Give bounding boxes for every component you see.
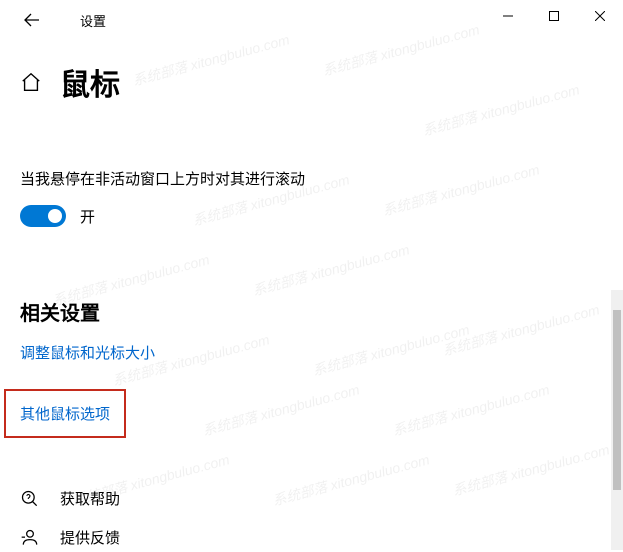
content-area: 当我悬停在非活动窗口上方时对其进行滚动 开 相关设置 调整鼠标和光标大小 其他鼠… (0, 128, 623, 548)
close-icon (595, 11, 605, 21)
feedback-link[interactable]: 提供反馈 (60, 527, 120, 548)
toggle-row: 开 (20, 205, 603, 227)
page-header: 鼠标 (0, 40, 623, 128)
feedback-icon (20, 528, 40, 548)
help-icon (20, 489, 40, 509)
back-button[interactable] (20, 8, 44, 32)
window-title: 设置 (80, 11, 106, 30)
adjust-cursor-size-link[interactable]: 调整鼠标和光标大小 (20, 342, 155, 363)
scroll-inactive-label: 当我悬停在非活动窗口上方时对其进行滚动 (20, 168, 603, 189)
scrollbar[interactable] (611, 290, 623, 550)
titlebar: 设置 (0, 0, 623, 40)
close-button[interactable] (577, 0, 623, 32)
home-icon[interactable] (20, 71, 42, 93)
feedback-row[interactable]: 提供反馈 (20, 527, 603, 548)
get-help-link[interactable]: 获取帮助 (60, 488, 120, 509)
scrollbar-thumb[interactable] (613, 310, 621, 490)
arrow-left-icon (24, 12, 40, 28)
minimize-icon (503, 11, 513, 21)
maximize-button[interactable] (531, 0, 577, 32)
get-help-row[interactable]: 获取帮助 (20, 488, 603, 509)
related-settings-heading: 相关设置 (20, 297, 603, 326)
page-title: 鼠标 (60, 60, 120, 104)
other-mouse-options-link[interactable]: 其他鼠标选项 (4, 389, 126, 438)
window-controls (485, 0, 623, 32)
scroll-inactive-toggle[interactable] (20, 205, 66, 227)
minimize-button[interactable] (485, 0, 531, 32)
toggle-knob (48, 209, 62, 223)
maximize-icon (549, 11, 559, 21)
toggle-state-text: 开 (80, 206, 95, 227)
